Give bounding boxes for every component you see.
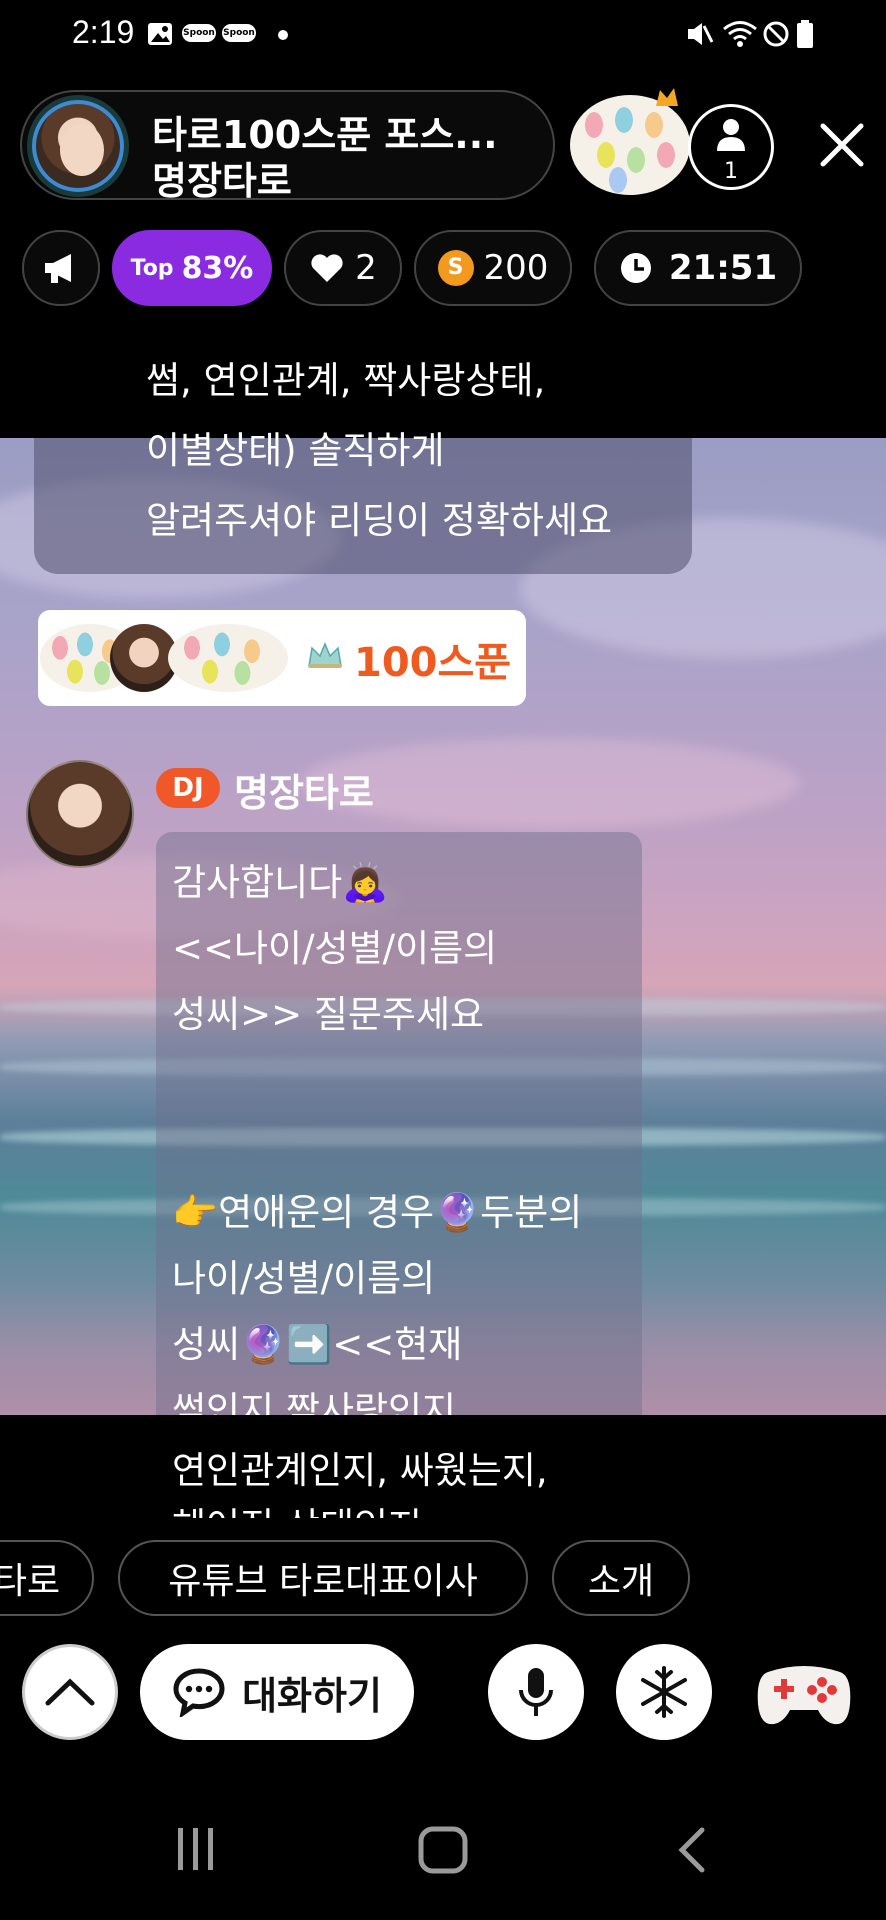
mute-icon — [688, 23, 714, 45]
snowflake-icon — [641, 1666, 687, 1718]
top-rank-badge[interactable]: Top 83% — [112, 230, 272, 306]
chevron-up-icon — [45, 1678, 95, 1706]
do-not-disturb-icon — [763, 21, 789, 47]
expand-button[interactable] — [22, 1644, 118, 1740]
microphone-icon — [519, 1668, 553, 1716]
freeze-button[interactable] — [616, 1644, 712, 1740]
listener-avatar[interactable] — [570, 95, 690, 195]
message-line: 👉연애운의 경우🔮두분의 — [172, 1191, 583, 1234]
chat-button-label: 대화하기 — [242, 1673, 382, 1718]
chip-youtube-tarot[interactable]: 유튜브 타로대표이사 — [118, 1540, 528, 1616]
close-icon[interactable] — [815, 118, 869, 172]
chat-button[interactable]: 대화하기 — [140, 1644, 414, 1740]
clipped-line-wrap: 헤어진 상태인지 — [172, 1500, 642, 1518]
heart-icon — [311, 254, 343, 282]
chip-intro[interactable]: 소개 — [552, 1540, 690, 1616]
top-prefix: Top — [130, 255, 174, 281]
announcement-button[interactable] — [22, 230, 100, 306]
top-percent: 83% — [181, 250, 254, 286]
dj-avatar[interactable] — [26, 760, 134, 868]
message-line: 연인관계인지, 싸웠는지, — [172, 1449, 548, 1492]
chat-bubble-icon — [173, 1668, 225, 1717]
crown-mark-icon — [656, 88, 678, 106]
message-line: 이별상태) 솔직하게 — [146, 429, 445, 472]
message-line: 감사합니다🙇‍♀️ — [172, 861, 389, 904]
listener-count-button[interactable]: 1 — [688, 104, 774, 190]
spoon-notification-icon: Spoon — [182, 24, 216, 42]
spoon-gift-amount: 100스푼 — [354, 640, 512, 686]
home-icon[interactable] — [418, 1826, 468, 1874]
spoon-coin-icon: S — [437, 250, 474, 286]
message-line: 나이/성별/이름의 — [172, 1257, 436, 1300]
microphone-button[interactable] — [488, 1644, 584, 1740]
person-icon — [717, 119, 745, 151]
crown-icon — [308, 642, 342, 668]
chip-label: 유튜브 타로대표이사 — [168, 1561, 478, 1602]
gallery-icon — [148, 23, 172, 45]
message-line: 성씨>> 질문주세요 — [172, 993, 485, 1036]
spoon-count-button[interactable]: S 200 — [414, 230, 572, 306]
gifter-avatar — [168, 624, 288, 692]
message-line: 헤어진 상태인지 — [172, 1500, 422, 1518]
message-line: <<나이/성별/이름의 — [172, 927, 498, 970]
timer-value: 21:51 — [668, 248, 778, 288]
clock-icon — [620, 253, 651, 283]
back-icon[interactable] — [676, 1826, 708, 1874]
room-info-pill[interactable]: 타로100스푼 포스... 명장타로 — [20, 90, 555, 203]
recent-apps-icon[interactable] — [174, 1826, 218, 1872]
spoon-count: 200 — [483, 248, 549, 288]
host-avatar[interactable] — [32, 100, 124, 192]
more-notifications-dot — [278, 30, 288, 40]
wifi-icon — [723, 21, 757, 47]
chip-tarot[interactable]: 타로 — [0, 1540, 94, 1616]
message-line: 성씨🔮➡️<<현재 — [172, 1323, 463, 1366]
likes-button[interactable]: 2 — [284, 230, 402, 306]
message-line: 알려주셔야 리딩이 정확하세요 — [146, 499, 613, 542]
chip-label: 소개 — [587, 1561, 655, 1602]
status-time: 2:19 — [72, 14, 135, 50]
likes-count: 2 — [355, 248, 377, 288]
megaphone-icon — [45, 254, 71, 283]
battery-icon — [797, 20, 813, 48]
dj-badge: DJ — [156, 768, 220, 808]
game-controller-icon[interactable] — [754, 1652, 854, 1736]
broadcast-timer: 21:51 — [594, 230, 802, 306]
host-name: 명장타로 — [152, 159, 292, 203]
listener-count: 1 — [724, 159, 738, 184]
spoon-notification-icon: Spoon — [222, 24, 256, 42]
status-bar: 2:19 Spoon Spoon — [0, 0, 886, 72]
chip-label: 타로 — [0, 1561, 61, 1602]
spoon-gift-card: 100스푼 — [38, 610, 526, 706]
dj-name[interactable]: 명장타로 — [234, 762, 374, 817]
message-line: 썸, 연인관계, 짝사랑상태, — [146, 359, 546, 402]
